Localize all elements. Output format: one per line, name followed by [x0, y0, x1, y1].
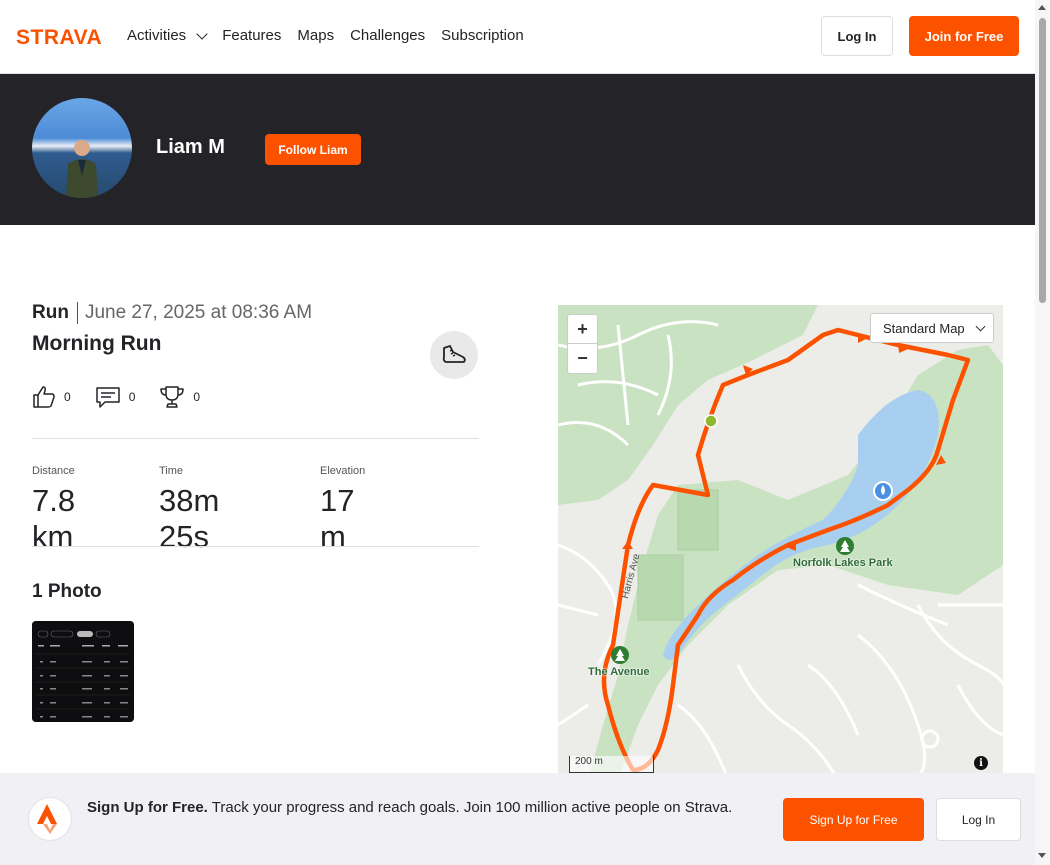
zoom-controls: + − [567, 314, 598, 374]
comment-icon [95, 387, 120, 408]
login-button[interactable]: Log In [821, 16, 893, 56]
strava-badge-icon [29, 798, 71, 840]
activity-date: June 27, 2025 at 08:36 AM [84, 302, 313, 323]
chevron-down-icon [196, 27, 208, 40]
scrollbar[interactable] [1035, 0, 1050, 865]
join-button[interactable]: Join for Free [909, 16, 1019, 56]
social-stats: 0 0 0 [32, 385, 200, 409]
stat-label: Elevation [320, 465, 366, 477]
nav-activities-label: Activities [127, 27, 187, 44]
nav-maps[interactable]: Maps [297, 26, 334, 46]
thumbs-up-icon [33, 386, 55, 408]
achievements[interactable]: 0 [159, 385, 200, 409]
signup-bold: Sign Up for Free. [87, 799, 208, 816]
stat-label: Time [159, 465, 184, 477]
athlete-name[interactable]: Liam M [156, 136, 225, 159]
signup-login-button[interactable]: Log In [936, 798, 1021, 841]
stat-value: 7.8 km [32, 483, 76, 554]
map-scale: 200 m [569, 756, 654, 773]
chevron-down-icon [975, 321, 986, 331]
kudos[interactable]: 0 [32, 385, 71, 409]
nav-subscription[interactable]: Subscription [441, 26, 524, 46]
map-style-label: Standard Map [883, 320, 965, 336]
top-nav: STRAVA Activities Features Maps Challeng… [0, 0, 1035, 74]
info-icon[interactable]: i [974, 756, 988, 770]
logo-text: STRAVA [16, 26, 102, 46]
nav-links: Activities Features Maps Challenges Subs… [127, 26, 524, 46]
strava-logo[interactable]: STRAVA [16, 26, 112, 46]
photo-thumbnail[interactable] [32, 621, 134, 722]
follow-button[interactable]: Follow Liam [265, 134, 361, 165]
nav-features[interactable]: Features [222, 26, 281, 46]
athlete-banner: Liam M Follow Liam [0, 74, 1035, 225]
scroll-thumb[interactable] [1039, 18, 1046, 303]
signup-message: Sign Up for Free. Track your progress an… [87, 797, 757, 819]
strava-chevron-icon [37, 804, 57, 834]
person-photo [66, 140, 98, 198]
shoe-button[interactable] [430, 331, 478, 379]
kudos-count: 0 [64, 390, 71, 404]
zoom-in-button[interactable]: + [568, 315, 597, 344]
stat-label: Distance [32, 465, 75, 477]
photos-title: 1 Photo [32, 581, 102, 602]
comments-count: 0 [128, 390, 136, 404]
divider [32, 438, 479, 439]
activity-type: Run [32, 302, 78, 324]
map-canvas [558, 305, 1003, 780]
scroll-up-arrow-icon[interactable] [1038, 5, 1046, 10]
trophy-icon [160, 386, 185, 408]
activity-title: Morning Run [32, 332, 162, 355]
zoom-out-button[interactable]: − [568, 344, 597, 373]
activity-header: Run June 27, 2025 at 08:36 AM [32, 302, 312, 324]
stat-distance: Distance 7.8 km [32, 465, 75, 555]
signup-button[interactable]: Sign Up for Free [783, 798, 924, 841]
map-style-select[interactable]: Standard Map [870, 313, 994, 343]
strava-logo-icon: STRAVA [16, 26, 102, 46]
stat-elevation: Elevation 17 m [320, 465, 365, 555]
park-label: Norfolk Lakes Park [793, 557, 893, 569]
stat-time: Time 38m 25s [159, 465, 219, 555]
scroll-down-arrow-icon[interactable] [1038, 853, 1046, 858]
stat-value: 17 m [320, 483, 355, 554]
nav-challenges[interactable]: Challenges [350, 26, 425, 46]
nav-activities[interactable]: Activities [127, 26, 208, 46]
avenue-label: The Avenue [588, 666, 650, 678]
divider [32, 546, 479, 547]
achievements-count: 0 [193, 390, 201, 404]
route-map[interactable]: + − Standard Map Norfolk Lakes Park The … [558, 305, 1003, 780]
stat-value: 38m 25s [159, 483, 220, 554]
shoe-icon [442, 345, 466, 363]
photo-image [32, 621, 134, 722]
signup-text: Track your progress and reach goals. Joi… [211, 799, 733, 816]
avatar[interactable] [32, 98, 132, 198]
signup-banner: Sign Up for Free. Track your progress an… [0, 773, 1035, 865]
comments[interactable]: 0 [95, 385, 136, 409]
